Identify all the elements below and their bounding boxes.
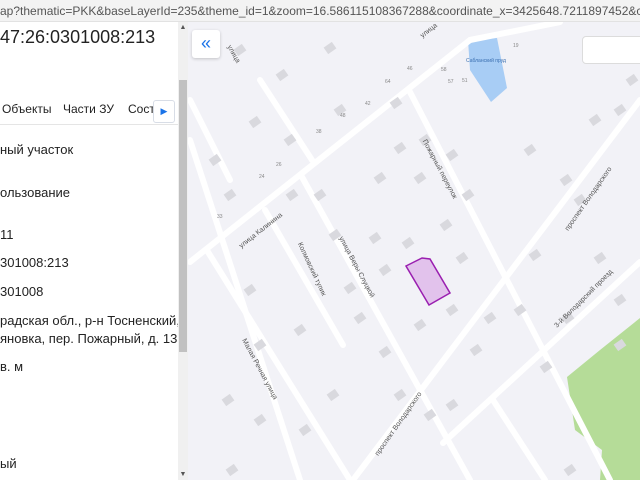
field-status: ый: [0, 456, 17, 471]
scroll-up-icon[interactable]: ▲: [179, 24, 187, 31]
building: [343, 281, 357, 295]
building: [455, 251, 469, 265]
building: [483, 311, 497, 325]
house-number: 26: [276, 162, 282, 168]
building: [625, 73, 639, 87]
field-address-line2: яновка, пер. Пожарный, д. 13а: [0, 331, 185, 346]
building: [221, 393, 235, 407]
triangle-right-icon: ▶: [160, 106, 168, 116]
scrollbar-thumb[interactable]: [179, 80, 187, 352]
building: [373, 171, 387, 185]
building: [243, 283, 257, 297]
tab-parts[interactable]: Части ЗУ: [63, 102, 114, 116]
field-usage: ользование: [0, 185, 71, 200]
pond: [468, 38, 507, 102]
map-view[interactable]: улица Калинина Колмовский тупик улица Веры…: [188, 22, 640, 480]
house-number: 46: [407, 66, 413, 72]
building: [293, 323, 307, 337]
map-canvas[interactable]: улица КалининаКолмовский тупик улица Веры…: [188, 22, 640, 480]
building: [275, 68, 289, 82]
house-number: 51: [462, 78, 468, 84]
building: [378, 263, 392, 277]
house-number: 42: [365, 101, 371, 107]
building: [613, 103, 627, 117]
pond-label: Сабланский пруд: [466, 57, 506, 64]
building: [613, 293, 627, 307]
road: [257, 77, 315, 163]
building: [253, 413, 267, 427]
map-search-input[interactable]: [582, 36, 640, 64]
building: [413, 318, 427, 332]
house-number: 33: [217, 214, 223, 220]
street-label: проспект Володарского: [564, 166, 613, 232]
building: [225, 463, 239, 477]
building: [588, 113, 602, 127]
building: [528, 248, 542, 262]
cadastral-number-title: 47:26:0301008:213: [0, 27, 156, 47]
tab-objects[interactable]: Объекты: [2, 102, 52, 116]
building: [323, 41, 337, 55]
tab-bar: Объекты Части ЗУ Соста ▶: [0, 100, 178, 125]
url-text: ap?thematic=PKK&baseLayerId=235&theme_id…: [0, 4, 640, 18]
building: [401, 236, 415, 250]
building: [445, 398, 459, 412]
building: [563, 463, 577, 477]
building: [353, 311, 367, 325]
field-value: 11: [0, 227, 14, 242]
street-label: улица: [419, 22, 439, 39]
road: [205, 249, 353, 480]
street-label: 3-й Володарский проезд: [553, 268, 615, 330]
double-chevron-left-icon: «: [200, 33, 211, 53]
scroll-down-icon[interactable]: ▼: [179, 471, 187, 478]
tabs-next-button[interactable]: ▶: [153, 100, 175, 123]
building: [326, 388, 340, 402]
building: [439, 218, 453, 232]
field-area: в. м: [0, 359, 24, 374]
building: [368, 231, 382, 245]
building: [559, 173, 573, 187]
selected-parcel[interactable]: [404, 257, 452, 307]
field-type: ный участок: [0, 142, 74, 157]
building: [248, 115, 262, 129]
building: [523, 143, 537, 157]
road: [490, 397, 548, 480]
building: [445, 303, 459, 317]
building: [593, 251, 607, 265]
field-address-line1: радская обл., р-н Тосненский,: [0, 313, 180, 328]
building: [378, 345, 392, 359]
collapse-panel-button[interactable]: «: [192, 30, 220, 58]
info-panel: 47:26:0301008:213 Объекты Части ЗУ Соста…: [0, 22, 188, 480]
house-number: 38: [316, 129, 322, 135]
panel-scrollbar[interactable]: ▲ ▼: [178, 22, 188, 480]
house-number: 19: [513, 43, 519, 49]
park-area: [567, 318, 640, 480]
field-quarter: 301008: [0, 284, 44, 299]
house-number: 58: [441, 67, 447, 73]
street-label: проспект Володарского: [374, 391, 423, 457]
street-label: улица Веры Слуцкой: [337, 235, 376, 299]
building: [393, 388, 407, 402]
building: [285, 188, 299, 202]
building: [469, 343, 483, 357]
house-number: 24: [259, 174, 265, 180]
address-bar[interactable]: ap?thematic=PKK&baseLayerId=235&theme_id…: [0, 0, 640, 22]
building: [393, 141, 407, 155]
house-number: 64: [385, 79, 391, 85]
field-cadastral-number: 301008:213: [0, 255, 69, 270]
house-number: 57: [448, 79, 454, 85]
house-number: 48: [340, 113, 346, 119]
building: [223, 188, 237, 202]
building: [298, 423, 312, 437]
road: [467, 22, 563, 43]
building: [413, 171, 427, 185]
